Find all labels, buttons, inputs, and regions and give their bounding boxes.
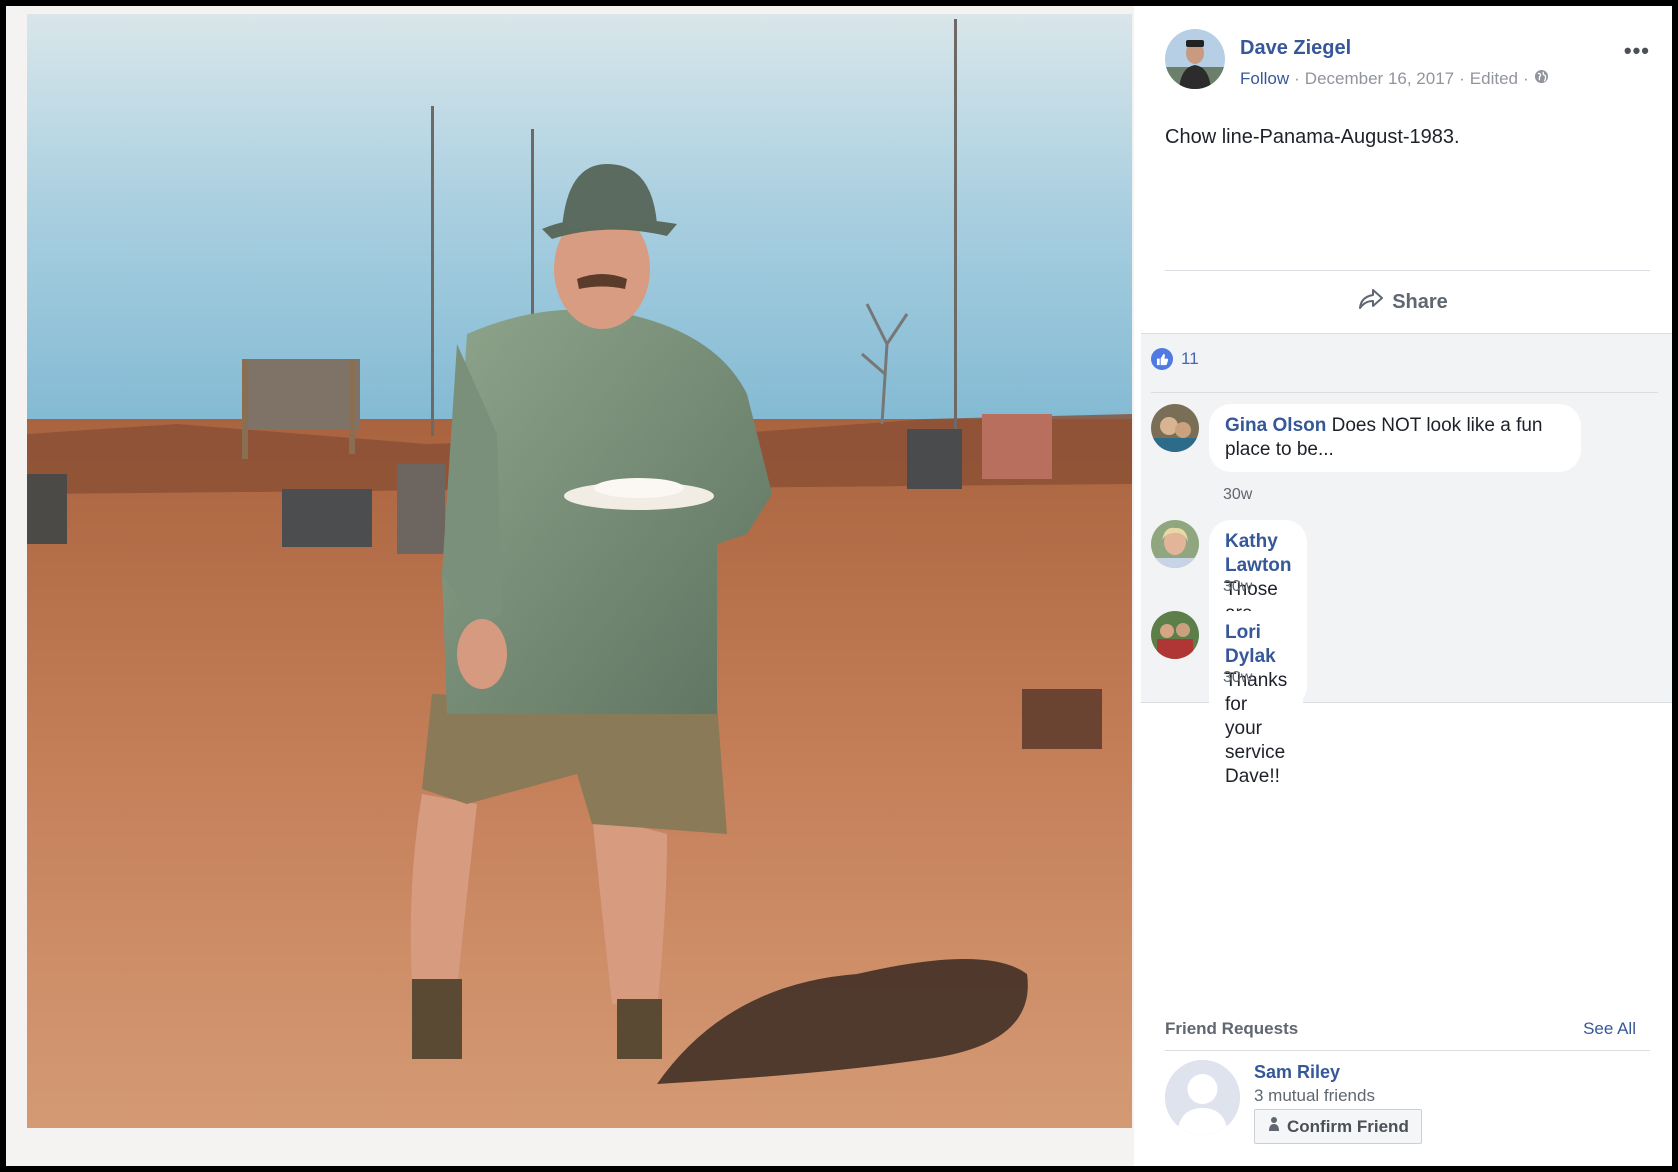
meta-separator: ·	[1294, 69, 1300, 88]
commenter-name[interactable]: Lori Dylak	[1225, 622, 1276, 667]
see-all-link[interactable]: See All	[1583, 1019, 1636, 1039]
post-meta: Follow · December 16, 2017 · Edited ·	[1240, 69, 1549, 89]
post-text: Chow line-Panama-August-1983.	[1165, 126, 1460, 148]
friend-request-name[interactable]: Sam Riley	[1254, 1062, 1340, 1083]
photo-area	[6, 6, 1134, 1166]
share-button[interactable]: Share	[1134, 271, 1672, 333]
comment-text: Thanks for your service Dave!!	[1225, 670, 1288, 787]
author-avatar[interactable]	[1165, 29, 1225, 89]
meta-separator: ·	[1523, 69, 1529, 88]
commenter-avatar[interactable]	[1151, 404, 1199, 452]
divider	[1151, 392, 1658, 393]
mutual-friends-count[interactable]: 3 mutual friends	[1254, 1086, 1375, 1106]
confirm-label: Confirm Friend	[1287, 1116, 1409, 1136]
friend-requests-title: Friend Requests	[1165, 1019, 1299, 1038]
friend-request-avatar[interactable]	[1165, 1060, 1240, 1135]
share-icon	[1358, 288, 1384, 316]
commenter-name[interactable]: Gina Olson	[1225, 415, 1326, 436]
share-label: Share	[1392, 290, 1448, 313]
follow-link[interactable]: Follow	[1240, 69, 1289, 89]
edited-label[interactable]: Edited	[1470, 69, 1518, 89]
commenter-avatar[interactable]	[1151, 520, 1199, 568]
comment-time[interactable]: 30w	[1223, 486, 1252, 504]
comment-time[interactable]: 30w	[1223, 578, 1252, 596]
confirm-friend-button[interactable]: Confirm Friend	[1254, 1109, 1422, 1144]
post-sidebar: Dave Ziegel Follow · December 16, 2017 ·…	[1134, 6, 1672, 1166]
divider	[1165, 1050, 1650, 1051]
meta-separator: ·	[1459, 69, 1465, 88]
post-photo[interactable]	[27, 14, 1132, 1128]
reactions-summary[interactable]: 11	[1151, 348, 1199, 370]
like-icon	[1151, 348, 1173, 370]
comment-bubble: Gina Olson Does NOT look like a fun plac…	[1209, 404, 1581, 472]
comments-section: 11 Gina Olson Does NOT look like a fun p…	[1141, 333, 1672, 799]
commenter-name[interactable]: Kathy Lawton	[1225, 531, 1292, 576]
globe-icon[interactable]	[1534, 69, 1549, 89]
comment-time[interactable]: 30w	[1223, 669, 1252, 687]
post-viewer: Dave Ziegel Follow · December 16, 2017 ·…	[6, 6, 1672, 1166]
post-date[interactable]: December 16, 2017	[1305, 69, 1454, 89]
add-friend-icon	[1267, 1116, 1281, 1137]
reaction-count: 11	[1181, 349, 1199, 368]
commenter-avatar[interactable]	[1151, 611, 1199, 659]
author-name[interactable]: Dave Ziegel	[1240, 37, 1351, 60]
more-options-button[interactable]: •••	[1624, 38, 1650, 64]
comment-bubble: Lori Dylak Thanks for your service Dave!…	[1209, 611, 1304, 799]
photo-image	[27, 14, 1132, 1128]
